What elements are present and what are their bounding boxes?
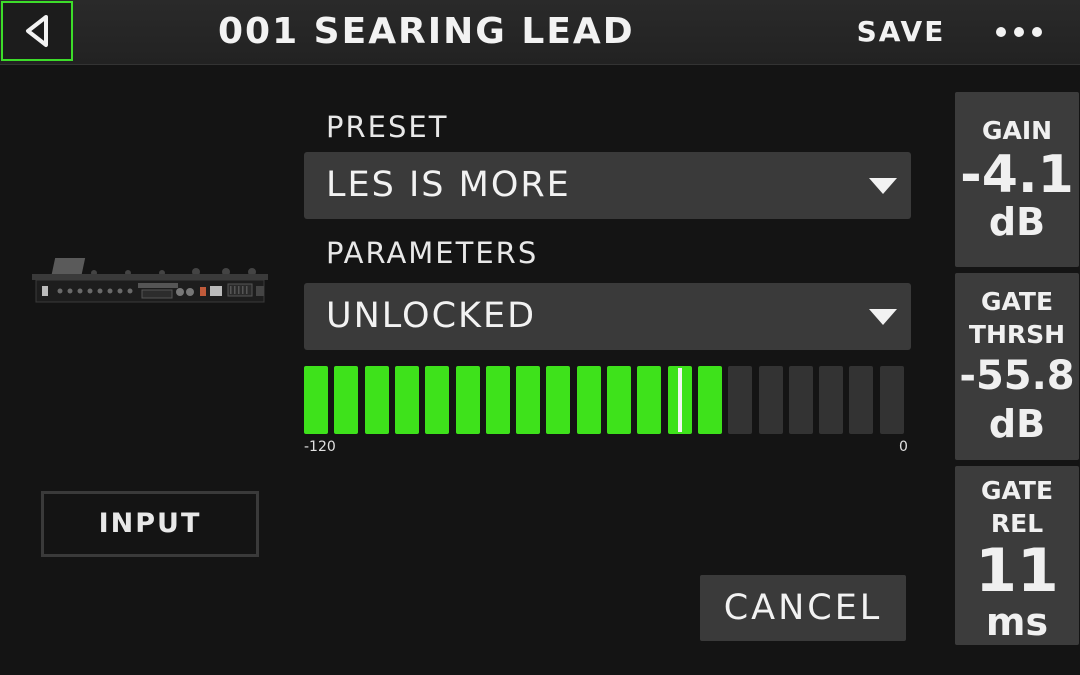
meter-segment [516,366,540,434]
meter-segment [728,366,752,434]
dropdown-caret-icon [869,178,897,194]
meter-segment [607,366,631,434]
more-options-icon-dot [1032,27,1042,37]
gate-threshold-knob[interactable]: GATE THRSH -55.8 dB [955,273,1079,460]
meter-segment [880,366,904,434]
meter-segment [395,366,419,434]
device-rear-panel-image [32,258,268,303]
more-options-icon [996,27,1006,37]
gate-release-label-line1: GATE [980,476,1054,505]
input-level-meter [304,366,904,435]
gate-release-value: 11 [975,536,1059,606]
more-options-icon-dot [1014,27,1024,37]
meter-segment [486,366,510,434]
gate-threshold-label-line1: GATE [980,287,1054,316]
gate-threshold-label-line2: THRSH [968,320,1066,349]
gate-release-unit: ms [985,600,1049,644]
meter-peak-indicator [678,368,682,432]
meter-segment [849,366,873,434]
meter-segment [577,366,601,434]
meter-min-label: -120 [304,439,336,455]
meter-segment [819,366,843,434]
dropdown-caret-icon [869,309,897,325]
more-options-button[interactable] [984,10,1054,54]
meter-segment [698,366,722,434]
parameters-dropdown-value: UNLOCKED [326,296,537,336]
header-bar: 001 SEARING LEAD SAVE [0,0,1080,65]
meter-segment [456,366,480,434]
save-button[interactable]: SAVE [852,10,950,54]
gate-threshold-value: -55.8 [959,353,1075,399]
gain-knob[interactable]: GAIN -4.1 dB [955,92,1079,267]
preset-dropdown-value: LES IS MORE [326,165,571,205]
parameters-dropdown[interactable]: UNLOCKED [304,283,911,350]
cancel-button[interactable]: CANCEL [700,575,906,641]
preset-title: 001 SEARING LEAD [218,11,635,52]
meter-segment [637,366,661,434]
meter-segment [546,366,570,434]
gain-value: -4.1 [960,145,1074,205]
meter-segment [365,366,389,434]
meter-segment [304,366,328,434]
meter-segment [789,366,813,434]
back-button[interactable] [1,1,73,61]
meter-segment [425,366,449,434]
preset-dropdown[interactable]: LES IS MORE [304,152,911,219]
gate-threshold-unit: dB [988,402,1046,446]
gate-release-knob[interactable]: GATE REL 11 ms [955,466,1079,645]
meter-max-label: 0 [899,439,908,455]
input-button[interactable]: INPUT [41,491,259,557]
preset-label: PRESET [326,110,449,144]
parameters-label: PARAMETERS [326,236,539,270]
gain-unit: dB [988,200,1046,244]
back-arrow-icon [26,15,48,47]
gain-label: GAIN [981,116,1053,145]
meter-segment [334,366,358,434]
meter-segment [759,366,783,434]
